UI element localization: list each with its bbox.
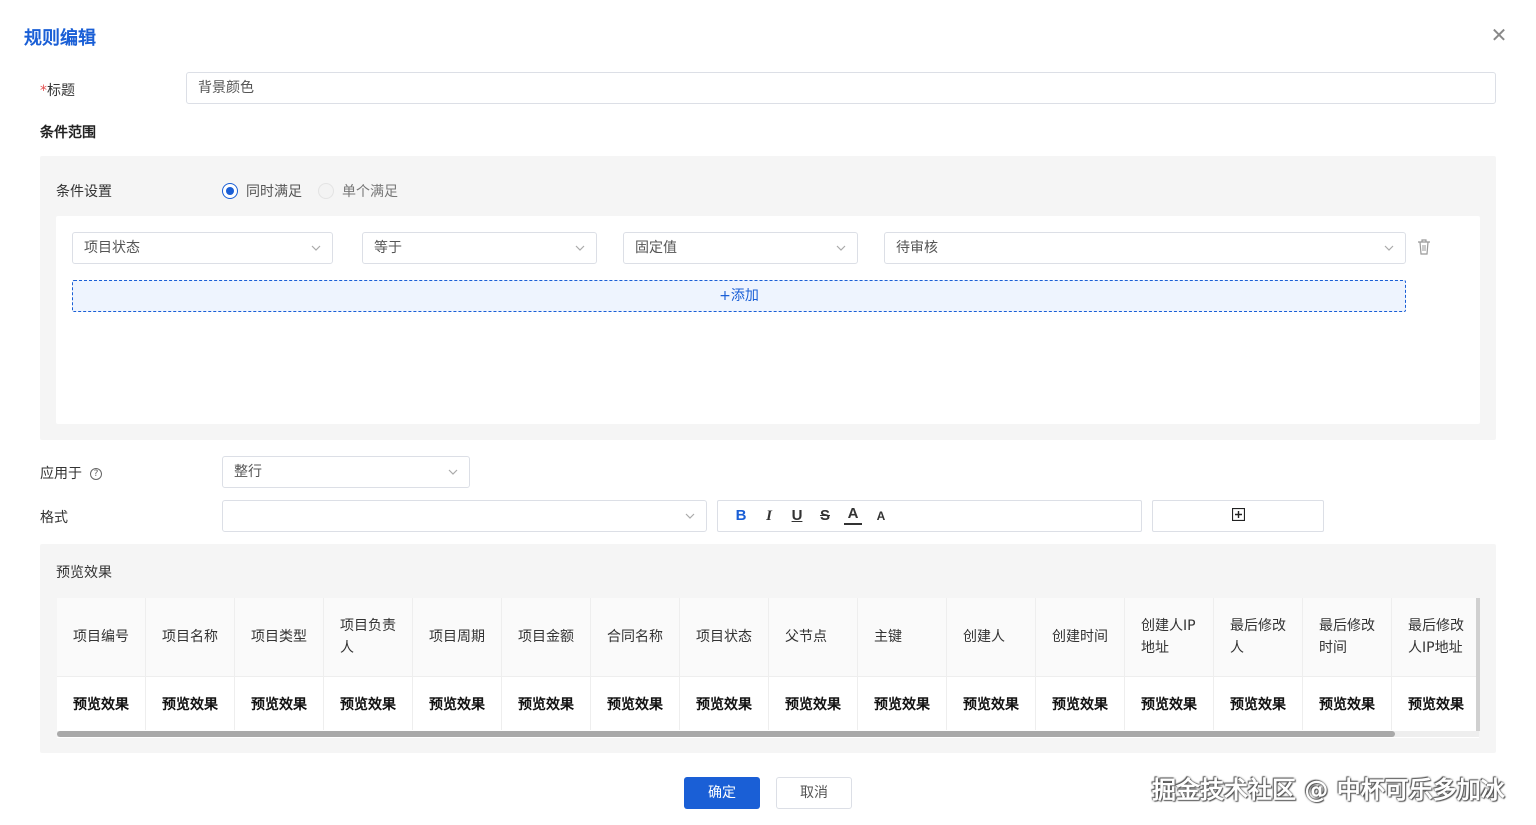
radio-label: 同时满足	[246, 184, 302, 200]
table-cell: 预览效果	[502, 676, 591, 730]
column-header: 项目名称	[146, 598, 235, 676]
radio-dot	[222, 183, 238, 199]
table-header-row: 项目编号 项目名称 项目类型 项目负责人 项目周期 项目金额 合同名称 项目状态…	[57, 598, 1479, 676]
radio-dot	[318, 183, 334, 199]
column-header: 创建时间	[1036, 598, 1125, 676]
underline-button[interactable]: U	[788, 507, 806, 525]
title-label: *标题	[40, 80, 75, 100]
radio-match-all[interactable]: 同时满足	[222, 181, 302, 201]
apply-to-label: 应用于?	[40, 463, 102, 483]
column-header: 项目类型	[235, 598, 324, 676]
select-value: 整行	[234, 464, 262, 480]
condition-value-type-select[interactable]: 固定值	[623, 232, 858, 264]
chevron-down-icon	[574, 233, 586, 263]
help-icon[interactable]: ?	[90, 468, 102, 480]
condition-settings-label: 条件设置	[56, 184, 112, 200]
background-color-button[interactable]: A	[872, 507, 890, 525]
horizontal-scrollbar[interactable]	[57, 731, 1479, 737]
condition-value-select[interactable]: 待审核	[884, 232, 1406, 264]
column-header: 项目状态	[680, 598, 769, 676]
format-select[interactable]	[222, 500, 707, 532]
table-cell: 预览效果	[57, 676, 146, 730]
dialog-title: 规则编辑	[24, 28, 96, 49]
strikethrough-button[interactable]: S	[816, 507, 834, 525]
column-header: 主键	[858, 598, 947, 676]
select-value: 等于	[374, 240, 402, 256]
bold-button[interactable]: B	[732, 507, 750, 525]
add-format-button[interactable]	[1152, 500, 1324, 532]
table-cell: 预览效果	[235, 676, 324, 730]
select-value: 项目状态	[84, 240, 140, 256]
table-cell: 预览效果	[413, 676, 502, 730]
trash-icon[interactable]	[1416, 238, 1432, 256]
select-value: 固定值	[635, 240, 677, 256]
chevron-down-icon	[684, 501, 696, 531]
table-cell: 预览效果	[591, 676, 680, 730]
chevron-down-icon	[310, 233, 322, 263]
preview-table: 项目编号 项目名称 项目类型 项目负责人 项目周期 项目金额 合同名称 项目状态…	[57, 598, 1479, 738]
column-header: 项目负责人	[324, 598, 413, 676]
column-header: 创建人	[947, 598, 1036, 676]
font-color-button[interactable]: A	[844, 506, 862, 525]
column-header: 项目金额	[502, 598, 591, 676]
column-header: 创建人IP地址	[1125, 598, 1214, 676]
chevron-down-icon	[1383, 233, 1395, 263]
chevron-down-icon	[835, 233, 847, 263]
watermark: 掘金技术社区 @ 中杯可乐多加冰	[1152, 776, 1505, 804]
select-value: 待审核	[896, 240, 938, 256]
column-header: 合同名称	[591, 598, 680, 676]
table-cell: 预览效果	[1125, 676, 1214, 730]
table-cell: 预览效果	[680, 676, 769, 730]
column-header: 项目编号	[57, 598, 146, 676]
column-header: 最后修改时间	[1303, 598, 1392, 676]
confirm-button[interactable]: 确定	[684, 777, 760, 809]
add-condition-button[interactable]: +添加	[72, 280, 1406, 312]
apply-to-label-text: 应用于	[40, 466, 82, 482]
title-label-text: 标题	[47, 83, 75, 99]
cancel-button[interactable]: 取消	[776, 777, 852, 809]
table-fixed-shadow	[1476, 598, 1480, 731]
radio-match-any[interactable]: 单个满足	[318, 181, 398, 201]
table-cell: 预览效果	[324, 676, 413, 730]
table-row: 预览效果 预览效果 预览效果 预览效果 预览效果 预览效果 预览效果 预览效果 …	[57, 676, 1479, 730]
table-cell: 预览效果	[1214, 676, 1303, 730]
required-mark: *	[40, 83, 47, 99]
apply-to-select[interactable]: 整行	[222, 456, 470, 488]
table-cell: 预览效果	[769, 676, 858, 730]
close-icon[interactable]: ✕	[1488, 24, 1510, 46]
plus-square-icon	[1231, 507, 1245, 525]
table-cell: 预览效果	[947, 676, 1036, 730]
table-cell: 预览效果	[1392, 676, 1479, 730]
condition-operator-select[interactable]: 等于	[362, 232, 597, 264]
column-header: 最后修改人IP地址	[1392, 598, 1479, 676]
radio-label: 单个满足	[342, 184, 398, 200]
condition-field-select[interactable]: 项目状态	[72, 232, 333, 264]
column-header: 父节点	[769, 598, 858, 676]
table-cell: 预览效果	[1036, 676, 1125, 730]
title-input[interactable]: 背景颜色	[186, 72, 1496, 104]
chevron-down-icon	[447, 457, 459, 487]
preview-title: 预览效果	[56, 565, 112, 581]
italic-button[interactable]: I	[760, 507, 778, 525]
column-header: 最后修改人	[1214, 598, 1303, 676]
scrollbar-thumb[interactable]	[57, 731, 1395, 737]
column-header: 项目周期	[413, 598, 502, 676]
condition-range-heading: 条件范围	[40, 125, 96, 141]
table-cell: 预览效果	[146, 676, 235, 730]
format-toolbar: B I U S A A	[717, 500, 1142, 532]
format-label: 格式	[40, 510, 68, 526]
table-cell: 预览效果	[858, 676, 947, 730]
table-cell: 预览效果	[1303, 676, 1392, 730]
